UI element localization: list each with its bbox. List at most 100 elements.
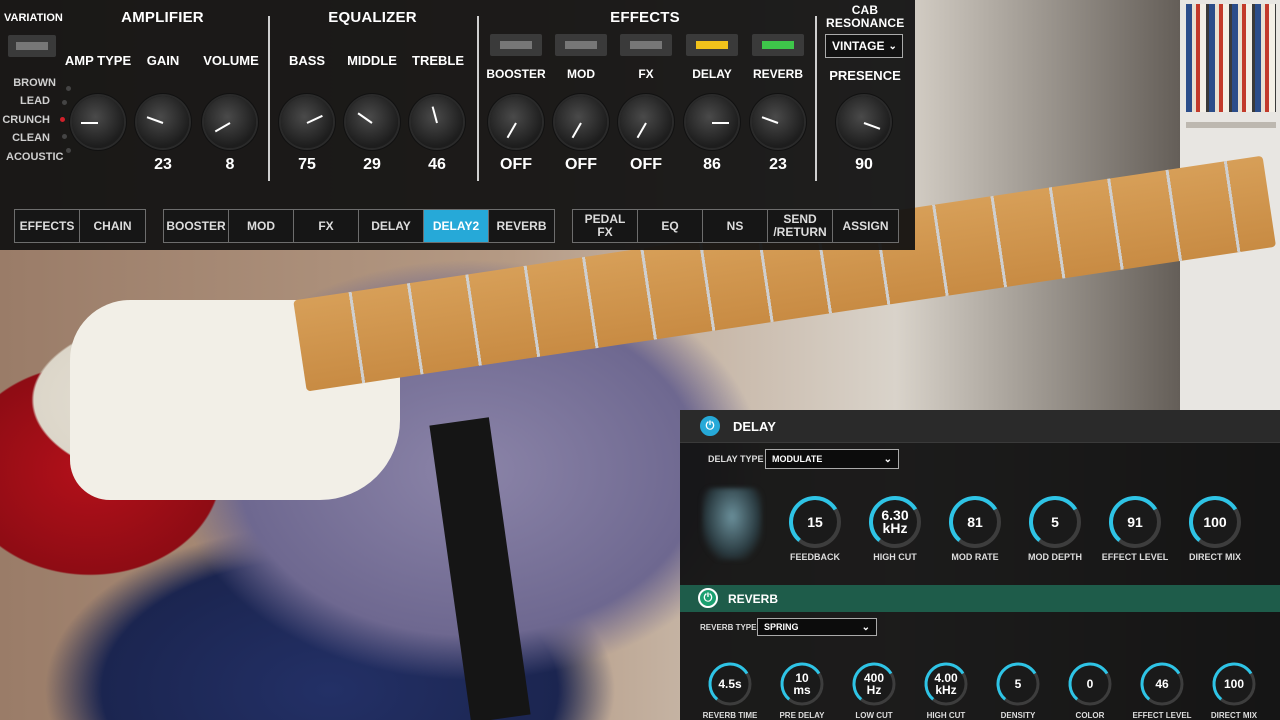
delay-knob-value: 15: [807, 513, 823, 530]
reverb-knob-5[interactable]: 0: [1064, 658, 1116, 710]
tab-reverb[interactable]: REVERB: [489, 210, 554, 242]
delay-knob-4[interactable]: 91: [1105, 492, 1165, 552]
middle-label: MIDDLE: [347, 53, 397, 68]
amp-type-crunch[interactable]: CRUNCH: [0, 114, 50, 126]
presence-value: 90: [855, 156, 873, 173]
delay-knob-label: DIRECT MIX: [1188, 552, 1241, 562]
bass-label: BASS: [288, 53, 326, 68]
reverb-knob-3[interactable]: 4.00 kHz: [920, 658, 972, 710]
delay-preview-image: [702, 488, 762, 560]
reverb-knob[interactable]: [752, 96, 804, 148]
guitar-pickguard: [70, 300, 400, 500]
reverb-knob-1[interactable]: 10 ms: [776, 658, 828, 710]
cab-resonance-select[interactable]: VINTAGE ⌄: [825, 34, 903, 58]
booster-toggle[interactable]: [490, 34, 542, 56]
amp-type-acoustic[interactable]: ACOUSTIC: [6, 151, 63, 163]
amp-type-clean[interactable]: CLEAN: [0, 132, 50, 144]
tab-send-return[interactable]: SEND /RETURN: [768, 210, 833, 242]
delay-knob[interactable]: [686, 96, 738, 148]
reverb-knob-value: 400 Hz: [863, 671, 885, 697]
chevron-down-icon: ⌄: [861, 621, 870, 633]
reverb-toggle[interactable]: [752, 34, 804, 56]
fx-value: OFF: [630, 156, 662, 173]
delay-knob-value: 91: [1127, 513, 1143, 530]
tab-pedal-fx[interactable]: PEDAL FX: [573, 210, 638, 242]
delay-knob-3[interactable]: 5: [1025, 492, 1085, 552]
reverb-knob-value: 100: [1223, 677, 1245, 691]
reverb-knob-2[interactable]: 400 Hz: [848, 658, 900, 710]
delay-type-label: DELAY TYPE: [708, 454, 764, 464]
reverb-knob-value: 4.00 kHz: [934, 671, 958, 697]
delay-power-icon[interactable]: ⏻: [700, 416, 720, 436]
bass-knob[interactable]: [281, 96, 333, 148]
reverb-type-label: REVERB TYPE: [700, 623, 757, 632]
delay-knob-1[interactable]: 6.30 kHz: [865, 492, 925, 552]
guitar-strap: [429, 417, 531, 720]
amp-type-brown[interactable]: BROWN: [4, 77, 56, 89]
amp-type-indicator-crunch: [60, 117, 65, 122]
reverb-knob-7[interactable]: 100: [1208, 658, 1260, 710]
tab-group-extra: PEDAL FX EQ NS SEND /RETURN ASSIGN: [572, 209, 899, 243]
delay-knob-value: 81: [967, 513, 983, 530]
tab-fx[interactable]: FX: [294, 210, 359, 242]
delay-knob-0[interactable]: 15: [785, 492, 845, 552]
delay-knob-5[interactable]: 100: [1185, 492, 1245, 552]
chevron-down-icon: ⌄: [883, 453, 892, 465]
tab-group-main: EFFECTS CHAIN: [14, 209, 146, 243]
mod-led: [565, 41, 597, 49]
booster-label: BOOSTER: [486, 67, 546, 81]
amp-type-indicator-clean: [62, 134, 67, 139]
fx-knob[interactable]: [620, 96, 672, 148]
amp-type-lead[interactable]: LEAD: [0, 95, 50, 107]
reverb-knob-4[interactable]: 5: [992, 658, 1044, 710]
delay-type-select[interactable]: MODULATE ⌄: [765, 449, 899, 469]
delay-knob-2[interactable]: 81: [945, 492, 1005, 552]
fx-toggle[interactable]: [620, 34, 672, 56]
tab-assign[interactable]: ASSIGN: [833, 210, 898, 242]
reverb-knob-0[interactable]: 4.5s: [704, 658, 756, 710]
delay-knob-value: 5: [1051, 513, 1059, 530]
variation-button[interactable]: [8, 35, 56, 57]
background-books: [1186, 4, 1276, 112]
volume-knob[interactable]: [204, 96, 256, 148]
amp-type-indicator-acoustic: [66, 148, 71, 153]
effects-title: EFFECTS: [610, 9, 680, 26]
tab-eq[interactable]: EQ: [638, 210, 703, 242]
reverb-knob-label: DIRECT MIX: [1210, 711, 1258, 720]
delay-knob-label: HIGH CUT: [873, 552, 917, 562]
gain-knob[interactable]: [137, 96, 189, 148]
tab-booster[interactable]: BOOSTER: [164, 210, 229, 242]
background-bookshelf: [1180, 0, 1280, 410]
mod-toggle[interactable]: [555, 34, 607, 56]
amp-type-knob[interactable]: [72, 96, 124, 148]
tab-delay2[interactable]: DELAY2: [424, 210, 489, 242]
treble-knob[interactable]: [411, 96, 463, 148]
reverb-knob-6[interactable]: 46: [1136, 658, 1188, 710]
gain-label: GAIN: [146, 53, 180, 68]
booster-led: [500, 41, 532, 49]
delay-header: ⏻ DELAY: [680, 410, 1280, 443]
reverb-type-select[interactable]: SPRING ⌄: [757, 618, 877, 636]
variation-label: VARIATION: [4, 12, 63, 24]
booster-knob[interactable]: [490, 96, 542, 148]
reverb-knob-value: 5: [1014, 677, 1022, 691]
delay-knob-label: MOD DEPTH: [1028, 552, 1082, 562]
presence-knob[interactable]: [838, 96, 890, 148]
volume-value: 8: [225, 156, 235, 173]
cab-resonance-value: VINTAGE: [832, 39, 885, 53]
bass-value: 75: [298, 156, 316, 173]
reverb-knob-value: 0: [1086, 677, 1094, 691]
section-divider: [815, 16, 817, 181]
delay-knob-label: MOD RATE: [951, 552, 999, 562]
tab-delay[interactable]: DELAY: [359, 210, 424, 242]
tab-effects[interactable]: EFFECTS: [15, 210, 80, 242]
tab-chain[interactable]: CHAIN: [80, 210, 145, 242]
mod-knob[interactable]: [555, 96, 607, 148]
reverb-power-icon[interactable]: ⏻: [698, 588, 718, 608]
amp-type-indicator-lead: [62, 100, 67, 105]
tab-mod[interactable]: MOD: [229, 210, 294, 242]
tab-ns[interactable]: NS: [703, 210, 768, 242]
middle-knob[interactable]: [346, 96, 398, 148]
cab-resonance-title: CAB RESONANCE: [826, 3, 905, 30]
delay-toggle[interactable]: [686, 34, 738, 56]
